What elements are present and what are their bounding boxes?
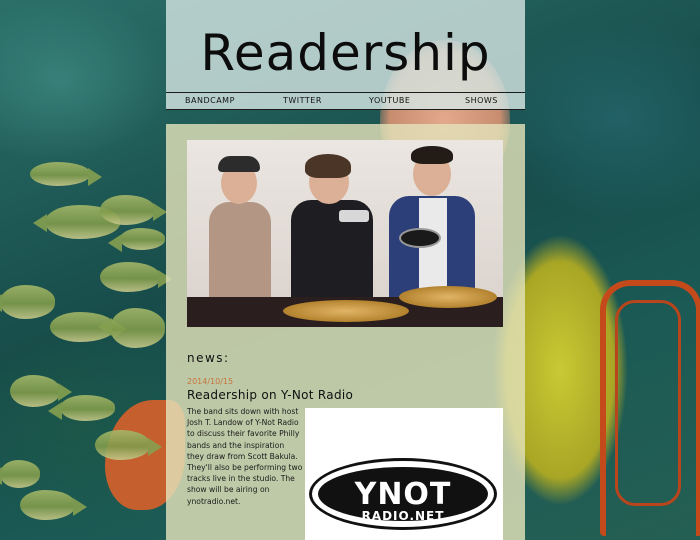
news-heading: news:: [187, 351, 230, 365]
background-fish: [98, 308, 165, 348]
site-header: Readership: [166, 0, 525, 92]
ynot-logo-subtext: RADIO.NET: [361, 509, 445, 523]
cymbal: [283, 300, 409, 322]
cymbal: [399, 286, 497, 308]
ynot-logo-inner: YNOT RADIO.NET: [318, 467, 488, 523]
background-fish: [108, 228, 165, 252]
site-title[interactable]: Readership: [166, 24, 525, 82]
background-fish: [48, 395, 115, 421]
background-fish: [100, 262, 172, 292]
background-fish: [30, 162, 102, 186]
nav-link-bandcamp[interactable]: BANDCAMP: [185, 93, 235, 109]
post-body: The band sits down with host Josh T. Lan…: [187, 407, 303, 506]
background-chair-detail: [615, 300, 681, 506]
background-fish: [100, 195, 167, 225]
nav-link-youtube[interactable]: YOUTUBE: [369, 93, 410, 109]
nav-link-shows[interactable]: SHOWS: [465, 93, 498, 109]
band-photo: [187, 140, 503, 327]
post-image-ynot-logo[interactable]: YNOT RADIO.NET: [305, 408, 503, 540]
ynot-logo: YNOT RADIO.NET: [309, 458, 497, 530]
main-nav: BANDCAMP TWITTER YOUTUBE SHOWS: [166, 92, 525, 110]
post-title-link[interactable]: Readership on Y-Not Radio: [187, 388, 353, 402]
post-date: 2014/10/15: [187, 377, 234, 386]
background-fish: [0, 285, 55, 319]
ynot-logo-text: YNOT: [354, 477, 452, 512]
nav-link-twitter[interactable]: TWITTER: [283, 93, 322, 109]
background-fish: [0, 460, 40, 488]
background-fish: [20, 490, 87, 520]
background-fish: [95, 430, 162, 460]
